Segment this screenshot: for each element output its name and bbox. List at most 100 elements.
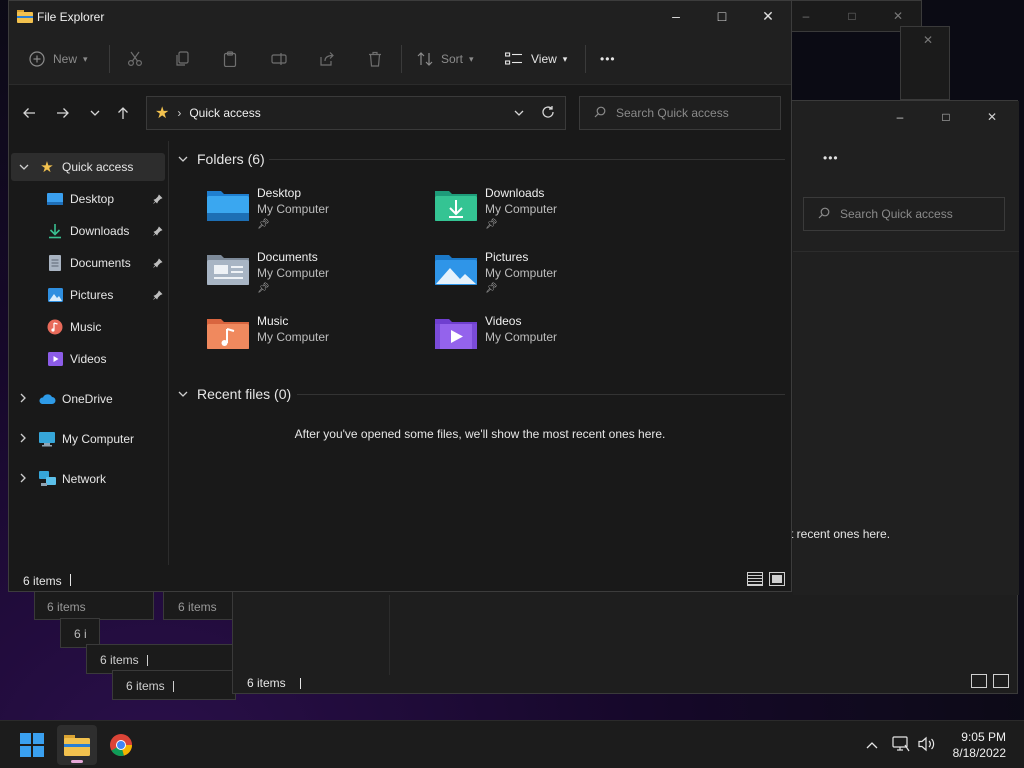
sidebar-item-onedrive[interactable]: OneDrive (9, 385, 167, 413)
star-icon: ★ (40, 159, 54, 176)
sidebar-item-label: Documents (70, 256, 131, 270)
forward-button[interactable] (51, 102, 75, 124)
folders-section-header[interactable]: Folders (6) (177, 151, 265, 167)
chevron-down-icon[interactable] (19, 160, 29, 174)
sidebar-item-downloads[interactable]: Downloads (9, 217, 167, 245)
chevron-down-icon: ▾ (469, 53, 474, 64)
view-button[interactable]: View ▾ (505, 47, 567, 71)
cut-button[interactable] (127, 47, 143, 71)
cloud-icon (38, 390, 56, 408)
folder-tile-pictures[interactable]: Pictures My Computer 📌︎ (433, 249, 653, 305)
start-button[interactable] (12, 725, 52, 765)
title-bar: File Explorer – □ ✕ (9, 1, 791, 33)
breadcrumb-quick-access[interactable]: Quick access (189, 106, 260, 120)
chevron-right-icon[interactable] (19, 432, 27, 446)
tiles-view-icon[interactable] (769, 572, 785, 586)
sidebar-item-label: My Computer (62, 432, 135, 446)
scissors-icon (127, 51, 143, 67)
details-view-icon[interactable] (971, 674, 987, 688)
downloads-folder-icon (435, 191, 477, 221)
recent-locations-button[interactable] (83, 102, 107, 124)
up-button[interactable] (111, 102, 135, 124)
minimize-button[interactable]: – (653, 1, 699, 31)
section-divider (297, 394, 785, 395)
network-status-icon[interactable] (892, 735, 910, 755)
pin-icon[interactable] (153, 257, 163, 271)
sidebar-item-documents[interactable]: Documents (9, 249, 167, 277)
taskbar: 9:05 PM 8/18/2022 (0, 720, 1024, 768)
taskbar-chrome[interactable] (101, 725, 141, 765)
view-toggle[interactable] (971, 674, 1009, 688)
sort-button[interactable]: Sort ▾ (417, 47, 474, 71)
paste-button[interactable] (222, 47, 238, 71)
minimize-icon[interactable]: – (877, 102, 923, 132)
more-options-button[interactable]: ••• (600, 47, 616, 71)
folder-tile-videos[interactable]: Videos My Computer (433, 313, 653, 369)
download-icon (46, 222, 64, 240)
sidebar-item-desktop[interactable]: Desktop (9, 185, 167, 213)
background-window-status-a: 6 items (34, 590, 154, 620)
sidebar-item-label: Music (70, 320, 102, 334)
document-icon (46, 254, 64, 272)
back-button[interactable] (17, 102, 41, 124)
search-placeholder: Search Quick access (616, 106, 729, 120)
item-count: 6 items (23, 574, 62, 588)
breadcrumb-separator: › (177, 106, 182, 120)
arrow-up-icon (118, 107, 128, 119)
volume-icon[interactable] (918, 736, 936, 755)
sidebar-item-pictures[interactable]: Pictures (9, 281, 167, 309)
chevron-right-icon[interactable] (19, 392, 27, 406)
search-input[interactable]: Search Quick access (803, 197, 1005, 231)
background-window-status-e: 6 items (112, 670, 236, 700)
folder-name: Music (257, 314, 289, 328)
sidebar-item-music[interactable]: Music (9, 313, 167, 341)
folder-tile-documents[interactable]: Documents My Computer 📌︎ (205, 249, 425, 305)
folder-tile-downloads[interactable]: Downloads My Computer 📌︎ (433, 185, 653, 241)
folder-name: Desktop (257, 186, 302, 200)
network-icon (38, 470, 56, 488)
close-icon[interactable]: ✕ (969, 102, 1015, 132)
recent-section-header[interactable]: Recent files (0) (177, 386, 291, 402)
more-options-button[interactable]: ••• (823, 151, 839, 165)
clock-date: 8/18/2022 (952, 746, 1006, 760)
chevron-right-icon[interactable] (19, 472, 27, 486)
sidebar-item-quick-access[interactable]: ★ Quick access (11, 153, 165, 181)
clipboard-icon (223, 51, 237, 67)
chevron-up-icon[interactable] (866, 738, 878, 752)
clock[interactable]: 9:05 PM 8/18/2022 (953, 729, 1006, 761)
folder-location: My Computer (485, 330, 558, 344)
sidebar-item-label: Desktop (70, 192, 115, 206)
copy-button[interactable] (175, 47, 191, 71)
sidebar-item-network[interactable]: Network (9, 465, 167, 493)
folder-tile-desktop[interactable]: Desktop My Computer 📌︎ (205, 185, 425, 241)
maximize-icon: □ (848, 9, 856, 23)
status-count-text: 6 items (126, 679, 165, 693)
details-view-icon[interactable] (747, 572, 763, 586)
pin-icon[interactable] (153, 193, 163, 207)
sidebar-item-my-computer[interactable]: My Computer (9, 425, 167, 453)
new-button[interactable]: New ▾ (29, 47, 88, 71)
address-dropdown-icon[interactable] (513, 107, 525, 121)
address-bar[interactable]: ★ › Quick access (146, 96, 566, 130)
share-button[interactable] (319, 47, 335, 71)
videos-folder-icon (435, 319, 477, 349)
rename-button[interactable] (271, 47, 287, 71)
maximize-button[interactable]: □ (699, 1, 745, 31)
pin-icon[interactable] (153, 289, 163, 303)
refresh-icon[interactable] (541, 105, 555, 122)
sidebar-item-label: Videos (70, 352, 107, 366)
search-input[interactable]: Search Quick access (579, 96, 781, 130)
chrome-icon (110, 734, 133, 757)
folder-tile-music[interactable]: Music My Computer (205, 313, 425, 369)
pin-icon[interactable] (153, 225, 163, 239)
taskbar-file-explorer[interactable] (57, 725, 97, 765)
clock-time: 9:05 PM (961, 730, 1006, 744)
tiles-view-icon[interactable] (993, 674, 1009, 688)
status-count: 6 items (178, 600, 217, 614)
maximize-icon[interactable]: □ (923, 102, 969, 132)
close-button[interactable]: ✕ (745, 1, 791, 31)
sidebar-item-videos[interactable]: Videos (9, 345, 167, 373)
command-bar: New ▾ Sort ▾ View ▾ ••• (9, 33, 791, 85)
delete-button[interactable] (367, 47, 383, 71)
sidebar-item-label: Network (62, 472, 107, 486)
